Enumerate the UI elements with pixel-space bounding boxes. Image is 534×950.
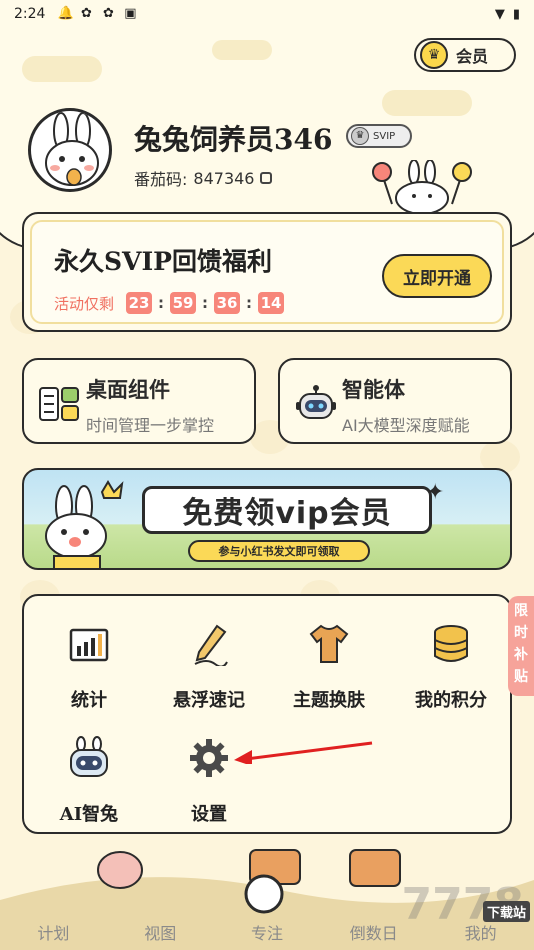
banner-title: 免费领vip会员 <box>142 486 432 534</box>
feature-title: 桌面组件 <box>86 377 170 402</box>
bar-chart-icon <box>69 628 109 662</box>
promo-title: 永久SVIP回馈福利 <box>54 247 272 276</box>
battery-icon: ▮ <box>512 6 520 22</box>
app-notification-icon: ✿ <box>103 6 114 21</box>
feature-subtitle: AI大模型深度赋能 <box>342 416 470 435</box>
tools-panel: 统计 悬浮速记 主题换肤 我的积分 AI智兔 设置 <box>22 594 512 834</box>
member-button[interactable]: ♛ 会员 <box>414 38 516 72</box>
crown-icon: ♛ <box>351 127 369 145</box>
app-notification-icon: ✿ <box>81 6 92 21</box>
timer-label: 活动仅剩 <box>54 294 115 313</box>
feature-subtitle: 时间管理一步掌控 <box>86 416 215 435</box>
theme-tool[interactable]: 主题换肤 <box>274 622 384 722</box>
bunnies-illustration <box>372 160 472 212</box>
notification-icon: 🔔 <box>57 6 74 21</box>
tool-label: 设置 <box>191 804 227 825</box>
floating-notes-tool[interactable]: 悬浮速记 <box>154 622 264 722</box>
wifi-icon: ▼ <box>494 6 505 22</box>
status-time: 2:24 <box>14 6 46 22</box>
banner-subtitle: 参与小红书发文即可领取 <box>188 540 370 562</box>
gear-icon <box>190 739 228 777</box>
timer-minutes: 59 <box>170 292 197 314</box>
status-bar: 2:24 🔔 ✿ ✿ ▣ ▼ ▮ <box>0 0 534 28</box>
sparkle-icon: ✦ <box>426 480 445 505</box>
stats-tool[interactable]: 统计 <box>34 622 144 722</box>
tool-label: AI智兔 <box>59 804 119 825</box>
uid-value: 847346 <box>193 168 255 188</box>
free-vip-banner[interactable]: 免费领vip会员 参与小红书发文即可领取 ✦ <box>22 468 512 570</box>
bunny-illustration <box>45 480 124 568</box>
desktop-widget-card[interactable]: 桌面组件 时间管理一步掌控 <box>22 358 256 444</box>
username: 兔兔饲养员346 <box>134 123 333 156</box>
tool-label: 统计 <box>71 690 107 711</box>
avatar[interactable] <box>28 108 112 192</box>
widget-icon <box>39 387 79 421</box>
uid-label: 番茄码: <box>134 170 188 189</box>
tool-label: 悬浮速记 <box>173 690 245 711</box>
red-arrow-annotation <box>234 741 373 764</box>
tool-label: 我的积分 <box>415 690 487 711</box>
tool-label: 主题换肤 <box>293 690 365 711</box>
nav-countdown[interactable]: 倒数日 <box>320 904 427 950</box>
crown-icon: ♛ <box>420 41 448 69</box>
timer-centiseconds: 14 <box>258 292 285 314</box>
nav-focus[interactable]: 专注 <box>214 904 321 950</box>
member-label: 会员 <box>456 47 489 66</box>
user-id: 番茄码: 847346 <box>134 166 273 190</box>
copy-icon[interactable] <box>260 172 273 184</box>
svip-badge: ♛ SVIP <box>346 124 412 148</box>
tshirt-icon <box>309 624 349 663</box>
svip-badge-label: SVIP <box>373 130 396 142</box>
text-notification-icon: ▣ <box>124 6 137 21</box>
limited-subsidy-tag[interactable]: 限时补贴 <box>508 596 534 696</box>
nav-plan[interactable]: 计划 <box>0 904 107 950</box>
timer-hours: 23 <box>126 292 153 314</box>
ai-rabbit-icon <box>70 736 108 777</box>
open-now-button[interactable]: 立即开通 <box>382 254 492 298</box>
countdown-timer: 活动仅剩 23 : 59 : 36 : 14 <box>54 292 285 314</box>
timer-seconds: 36 <box>214 292 241 314</box>
svip-promo-card[interactable]: 永久SVIP回馈福利 活动仅剩 23 : 59 : 36 : 14 立即开通 <box>22 212 512 332</box>
ai-rabbit-tool[interactable]: AI智兔 <box>34 736 144 836</box>
pencil-icon <box>194 624 228 668</box>
feature-title: 智能体 <box>342 377 405 402</box>
bottom-navigation: 计划 视图 专注 倒数日 我的 <box>0 904 534 950</box>
nav-view[interactable]: 视图 <box>107 904 214 950</box>
robot-icon <box>296 385 336 419</box>
ai-agent-card[interactable]: 智能体 AI大模型深度赋能 <box>278 358 512 444</box>
nav-mine[interactable]: 我的 <box>427 904 534 950</box>
points-tool[interactable]: 我的积分 <box>396 622 506 722</box>
coins-icon <box>434 625 468 662</box>
